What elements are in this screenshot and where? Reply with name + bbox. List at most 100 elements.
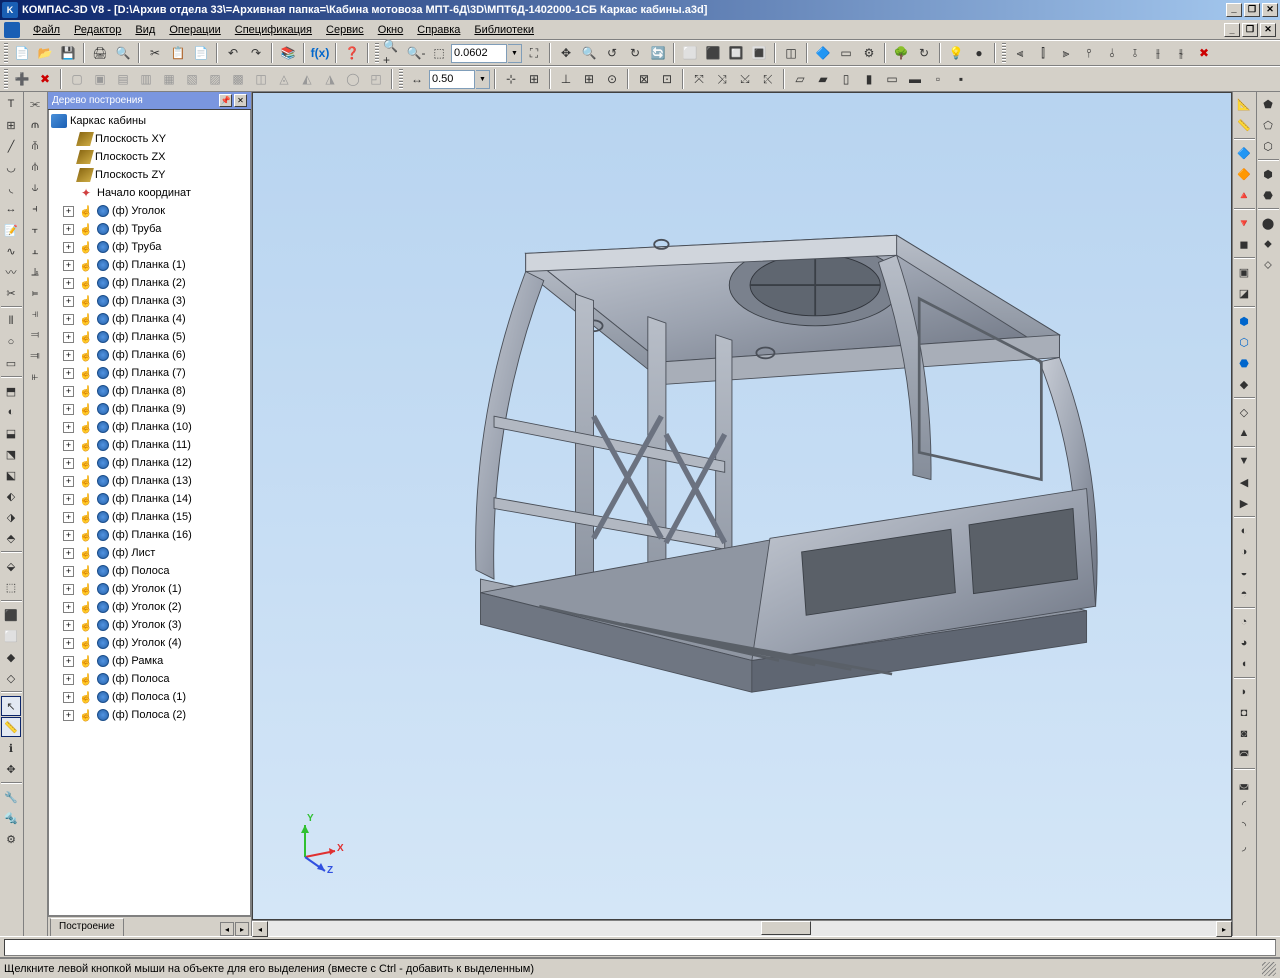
cut-button[interactable]: ✂	[144, 42, 166, 64]
rt2-a-icon[interactable]: ⬟	[1258, 94, 1278, 114]
loft-tool-icon[interactable]: ⬓	[1, 423, 21, 443]
tree-feature[interactable]: +☝(ф) Уголок (2)	[51, 598, 248, 616]
copy-button[interactable]: 📋	[167, 42, 189, 64]
text-tool-icon[interactable]: T	[1, 94, 21, 114]
rect-tool-icon[interactable]: ▭	[1, 353, 21, 373]
tree-feature[interactable]: +☝(ф) Планка (15)	[51, 508, 248, 526]
zoom-out-button[interactable]: 🔍-	[405, 42, 427, 64]
tree-pin-button[interactable]: 📌	[219, 94, 232, 107]
expand-button[interactable]: +	[63, 476, 74, 487]
tree-toggle-button[interactable]: 🌳	[890, 42, 912, 64]
zoom-in-button[interactable]: 🔍+	[382, 42, 404, 64]
expand-button[interactable]: +	[63, 656, 74, 667]
asm-c-tool-icon[interactable]: ⚙	[1, 829, 21, 849]
rt1-z-icon[interactable]: ◗	[1234, 682, 1254, 702]
tree-feature[interactable]: +☝(ф) Планка (16)	[51, 526, 248, 544]
rt1-p-icon[interactable]: ▼	[1234, 451, 1254, 471]
zoom-dynamic-button[interactable]: 🔍	[578, 42, 600, 64]
tree-feature[interactable]: +☝(ф) Труба	[51, 220, 248, 238]
tree-feature[interactable]: +☝(ф) Полоса	[51, 670, 248, 688]
align-top-button[interactable]: ⫯	[1078, 42, 1100, 64]
toolbar-grip[interactable]	[4, 43, 8, 63]
dim-tool-icon[interactable]: ↔	[1, 199, 21, 219]
menu-window[interactable]: Окно	[371, 22, 411, 38]
arc-tool-icon[interactable]: ◡	[1, 157, 21, 177]
hsb-left-button[interactable]: ◂	[252, 921, 268, 937]
mate14-tool-icon[interactable]: ⫦	[25, 367, 45, 387]
rt1-s-icon[interactable]: ◐	[1234, 521, 1254, 541]
op13-button[interactable]: ◯	[342, 68, 364, 90]
rt1-h-icon[interactable]: ▣	[1234, 262, 1254, 282]
rt1-v-icon[interactable]: ◓	[1234, 584, 1254, 604]
rt2-b-icon[interactable]: ⬠	[1258, 115, 1278, 135]
zoom-value-input[interactable]	[451, 44, 507, 63]
open-button[interactable]: 📂	[34, 42, 56, 64]
h-scrollbar[interactable]: ◂ ▸	[252, 920, 1232, 936]
expand-button[interactable]: +	[63, 710, 74, 721]
view-options-button[interactable]: ⚙	[858, 42, 880, 64]
fillet-tool-icon[interactable]: ◟	[1, 178, 21, 198]
grid-button[interactable]: ⊞	[578, 68, 600, 90]
tree-feature[interactable]: +☝(ф) Планка (8)	[51, 382, 248, 400]
op3-button[interactable]: ▤	[112, 68, 134, 90]
expand-button[interactable]: +	[63, 602, 74, 613]
mate8-tool-icon[interactable]: ⫠	[25, 241, 45, 261]
view-front-button[interactable]: ▭	[835, 42, 857, 64]
stop-op-button[interactable]: ✖	[34, 68, 56, 90]
tree-feature[interactable]: +☝(ф) Труба	[51, 238, 248, 256]
tree-feature[interactable]: +☝(ф) Уголок (1)	[51, 580, 248, 598]
rt1-q-icon[interactable]: ◀	[1234, 472, 1254, 492]
variable-button[interactable]: f(x)	[309, 42, 331, 64]
expand-button[interactable]: +	[63, 404, 74, 415]
toolbar-grip[interactable]	[399, 69, 403, 89]
stop-button[interactable]: ✖	[1193, 42, 1215, 64]
rt1-o-icon[interactable]: ▲	[1234, 423, 1254, 443]
rt1-i-icon[interactable]: ◪	[1234, 283, 1254, 303]
sel8-button[interactable]: ▪	[950, 68, 972, 90]
rotate-button[interactable]: 🔄	[647, 42, 669, 64]
tree-feature[interactable]: +☝(ф) Планка (6)	[51, 346, 248, 364]
mesh1-button[interactable]: ⊠	[633, 68, 655, 90]
rt1-ab-icon[interactable]: ◙	[1234, 724, 1254, 744]
align-bottom-button[interactable]: ⫱	[1124, 42, 1146, 64]
pan-button[interactable]: ✥	[555, 42, 577, 64]
sel5-button[interactable]: ▭	[881, 68, 903, 90]
expand-button[interactable]: +	[63, 260, 74, 271]
expand-button[interactable]: +	[63, 530, 74, 541]
hsb-thumb[interactable]	[761, 921, 811, 935]
expand-button[interactable]: +	[63, 206, 74, 217]
op-a-tool-icon[interactable]: ⬙	[1, 556, 21, 576]
rt1-t-icon[interactable]: ◑	[1234, 542, 1254, 562]
mate7-tool-icon[interactable]: ⫟	[25, 220, 45, 240]
save-button[interactable]: 💾	[57, 42, 79, 64]
op5-button[interactable]: ▦	[158, 68, 180, 90]
rt1-r-icon[interactable]: ▶	[1234, 493, 1254, 513]
rt1-e-icon[interactable]: 🔺	[1234, 185, 1254, 205]
toolbar-grip[interactable]	[1002, 43, 1006, 63]
tree-feature[interactable]: +☝(ф) Уголок	[51, 202, 248, 220]
offset-tool-icon[interactable]: ⫴	[1, 311, 21, 331]
redo-button[interactable]: ↷	[245, 42, 267, 64]
shaded-button[interactable]: 🔲	[725, 42, 747, 64]
expand-button[interactable]: +	[63, 368, 74, 379]
rt2-c-icon[interactable]: ⬡	[1258, 136, 1278, 156]
op1-button[interactable]: ▢	[66, 68, 88, 90]
asm-a-tool-icon[interactable]: 🔧	[1, 787, 21, 807]
step-value-input[interactable]	[429, 70, 475, 89]
expand-button[interactable]: +	[63, 314, 74, 325]
rt1-aa-icon[interactable]: ◘	[1234, 703, 1254, 723]
sel2-button[interactable]: ▰	[812, 68, 834, 90]
menu-editor[interactable]: Редактор	[67, 22, 128, 38]
mate4-tool-icon[interactable]: ⫛	[25, 157, 45, 177]
create-button[interactable]: ➕	[11, 68, 33, 90]
op14-button[interactable]: ◰	[365, 68, 387, 90]
zoom-next-button[interactable]: ↻	[624, 42, 646, 64]
doc-restore-button[interactable]: ❐	[1242, 23, 1258, 37]
rt1-m-icon[interactable]: ◆	[1234, 374, 1254, 394]
expand-button[interactable]: +	[63, 674, 74, 685]
library-button[interactable]: 📚	[277, 42, 299, 64]
rt2-h-icon[interactable]: ⬦	[1258, 255, 1278, 275]
rib-tool-icon[interactable]: ⬜	[1, 626, 21, 646]
tree-feature[interactable]: +☝(ф) Планка (7)	[51, 364, 248, 382]
tree-feature[interactable]: +☝(ф) Рамка	[51, 652, 248, 670]
